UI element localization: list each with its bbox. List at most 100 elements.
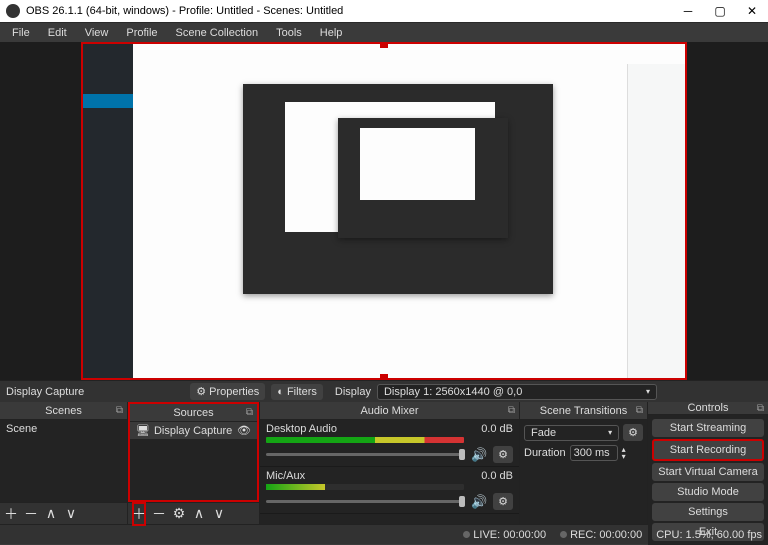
start-streaming-button[interactable]: Start Streaming [652, 419, 764, 437]
sources-header: Sources ⧉ [130, 404, 257, 422]
transitions-body: Fade ▾ ⚙ Duration 300 ms ▴▾ [520, 420, 647, 524]
visibility-toggle[interactable]: 👁 [237, 424, 251, 437]
menu-edit[interactable]: Edit [40, 25, 75, 41]
captured-app-sidebar-active [83, 94, 133, 108]
source-item-label: Display Capture [154, 425, 232, 437]
popout-icon[interactable]: ⧉ [636, 405, 643, 416]
window-titlebar: OBS 26.1.1 (64-bit, windows) - Profile: … [0, 0, 768, 22]
live-status-text: LIVE: 00:00:00 [473, 529, 546, 541]
settings-button[interactable]: Settings [652, 503, 764, 521]
display-combo-value: Display 1: 2560x1440 @ 0,0 [384, 386, 522, 398]
scenes-panel: Scenes ⧉ Scene ＋ － ∧ ∨ [0, 402, 128, 524]
popout-icon[interactable]: ⧉ [757, 403, 764, 414]
scenes-title: Scenes [45, 405, 82, 417]
rec-dot-icon [560, 531, 567, 538]
remove-scene-button[interactable]: － [24, 504, 38, 524]
speaker-icon[interactable]: 🔊 [471, 447, 487, 463]
start-virtual-camera-button[interactable]: Start Virtual Camera [652, 463, 764, 481]
menu-tools[interactable]: Tools [268, 25, 310, 41]
docks-row: Scenes ⧉ Scene ＋ － ∧ ∨ Sources ⧉ 🖥 Displ… [0, 402, 768, 524]
chevron-down-icon: ▾ [646, 387, 650, 396]
source-toolbar: Display Capture ⚙ Properties ◐ Filters D… [0, 380, 768, 402]
preview-canvas[interactable] [81, 42, 687, 380]
scene-item[interactable]: Scene [0, 420, 127, 438]
preview-area[interactable] [0, 42, 768, 380]
properties-label: Properties [209, 386, 259, 398]
menu-scene-collection[interactable]: Scene Collection [168, 25, 267, 41]
source-item[interactable]: 🖥 Display Capture 👁 [130, 422, 257, 439]
sources-list[interactable]: 🖥 Display Capture 👁 [130, 422, 257, 500]
source-up-button[interactable]: ∧ [192, 505, 206, 522]
scenes-toolbar: ＋ － ∧ ∨ [0, 502, 127, 524]
transitions-title: Scene Transitions [540, 405, 627, 417]
source-down-button[interactable]: ∨ [212, 505, 226, 522]
display-field-label: Display [335, 386, 371, 398]
mixer-track-name: Mic/Aux [266, 470, 305, 482]
properties-button[interactable]: ⚙ Properties [190, 383, 265, 400]
volume-slider[interactable] [266, 500, 465, 503]
audio-meter [266, 437, 464, 443]
rec-status: REC: 00:00:00 [560, 529, 642, 541]
filters-icon: ◐ [277, 386, 284, 398]
scenes-list[interactable]: Scene [0, 420, 127, 502]
scene-up-button[interactable]: ∧ [44, 505, 58, 522]
captured-app-right-panel [627, 64, 685, 378]
studio-mode-button[interactable]: Studio Mode [652, 483, 764, 501]
controls-panel: Controls ⧉ Start Streaming Start Recordi… [648, 402, 768, 524]
duration-label: Duration [524, 447, 566, 459]
mixer-track-level: 0.0 dB [481, 470, 513, 482]
cpu-status: CPU: 1.5%, 60.00 fps [656, 529, 762, 541]
spin-buttons-icon[interactable]: ▴▾ [622, 446, 626, 460]
controls-body: Start Streaming Start Recording Start Vi… [648, 415, 768, 545]
transition-type-combo[interactable]: Fade ▾ [524, 425, 619, 441]
add-scene-button[interactable]: ＋ [4, 504, 18, 524]
live-status: LIVE: 00:00:00 [463, 529, 546, 541]
gear-icon: ⚙ [196, 385, 206, 398]
menu-help[interactable]: Help [312, 25, 351, 41]
display-combo[interactable]: Display 1: 2560x1440 @ 0,0 ▾ [377, 384, 657, 400]
duration-spinbox[interactable]: 300 ms [570, 445, 618, 461]
mixer-body: Desktop Audio 0.0 dB 🔊 ⚙ Mic/Aux 0.0 dB [260, 420, 519, 524]
selected-source-label: Display Capture [4, 386, 88, 398]
chevron-down-icon: ▾ [608, 428, 612, 437]
transition-settings-button[interactable]: ⚙ [623, 424, 643, 441]
menu-file[interactable]: File [4, 25, 38, 41]
source-properties-button[interactable]: ⚙ [172, 505, 186, 522]
track-settings-button[interactable]: ⚙ [493, 446, 513, 463]
rec-status-text: REC: 00:00:00 [570, 529, 642, 541]
main-menubar: File Edit View Profile Scene Collection … [0, 22, 768, 42]
maximize-button[interactable]: ▢ [704, 0, 736, 22]
close-button[interactable]: ✕ [736, 0, 768, 22]
live-dot-icon [463, 531, 470, 538]
menu-profile[interactable]: Profile [118, 25, 165, 41]
duration-value: 300 ms [574, 447, 610, 459]
scenes-header: Scenes ⧉ [0, 402, 127, 420]
mixer-header: Audio Mixer ⧉ [260, 402, 519, 420]
scene-down-button[interactable]: ∨ [64, 505, 78, 522]
speaker-icon[interactable]: 🔊 [471, 494, 487, 510]
filters-label: Filters [287, 386, 317, 398]
mixer-track-desktop: Desktop Audio 0.0 dB 🔊 ⚙ [260, 420, 519, 467]
filters-button[interactable]: ◐ Filters [271, 384, 323, 400]
transition-type-value: Fade [531, 427, 556, 439]
add-source-button[interactable]: ＋ [132, 502, 146, 526]
volume-slider[interactable] [266, 453, 465, 456]
monitor-icon: 🖥 [136, 424, 150, 437]
transitions-header: Scene Transitions ⧉ [520, 402, 647, 420]
controls-header: Controls ⧉ [648, 402, 768, 415]
audio-meter [266, 484, 464, 490]
minimize-button[interactable]: ─ [672, 0, 704, 22]
popout-icon[interactable]: ⧉ [116, 405, 123, 416]
mixer-track-name: Desktop Audio [266, 423, 337, 435]
obs-logo-icon [6, 4, 20, 18]
track-settings-button[interactable]: ⚙ [493, 493, 513, 510]
remove-source-button[interactable]: － [152, 504, 166, 524]
sources-title: Sources [173, 407, 213, 419]
sources-panel: Sources ⧉ 🖥 Display Capture 👁 ＋ － ⚙ ∧ ∨ [128, 402, 260, 524]
scene-transitions-panel: Scene Transitions ⧉ Fade ▾ ⚙ Duration 30… [520, 402, 648, 524]
popout-icon[interactable]: ⧉ [246, 407, 253, 418]
menu-view[interactable]: View [77, 25, 117, 41]
captured-nested-window [243, 84, 553, 294]
popout-icon[interactable]: ⧉ [508, 405, 515, 416]
start-recording-button[interactable]: Start Recording [652, 439, 764, 461]
